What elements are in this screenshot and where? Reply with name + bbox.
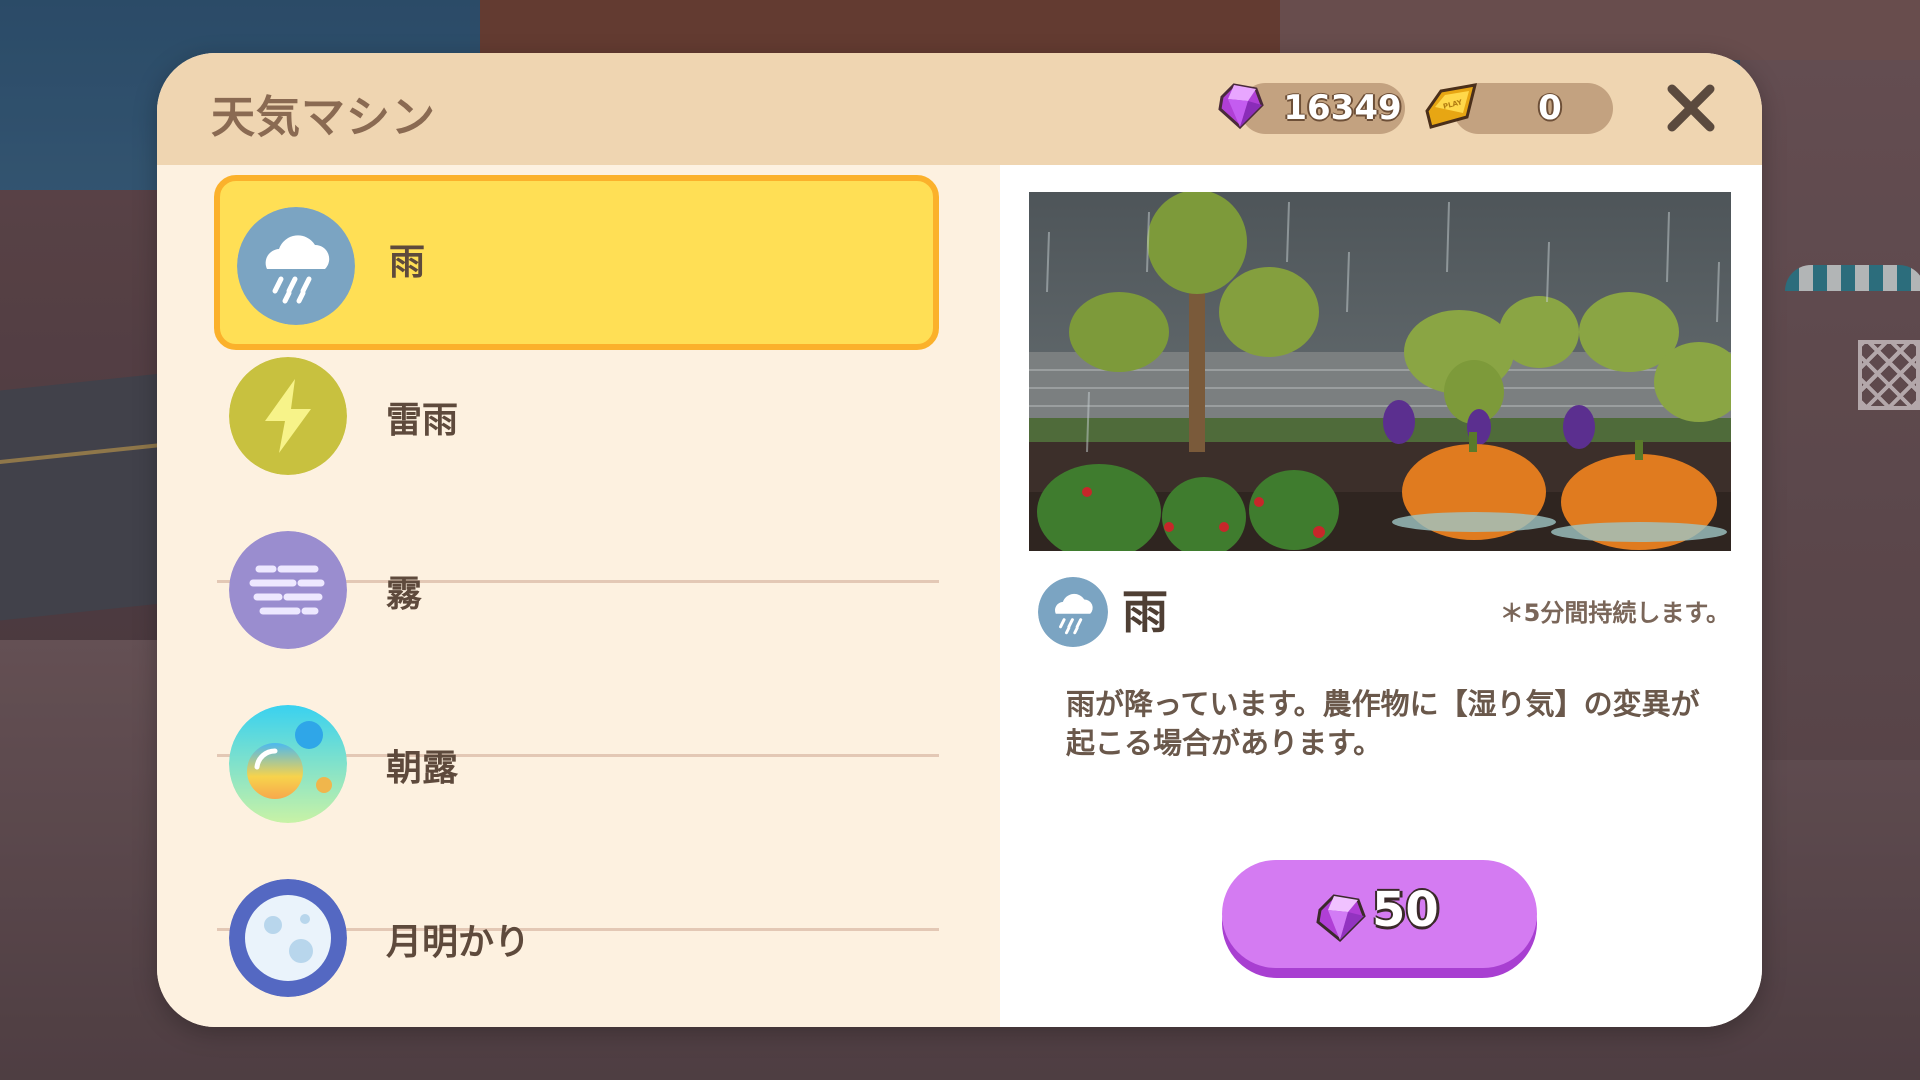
weather-item-morning-dew[interactable]: 朝露 [214,681,939,856]
weather-item-label: 月明かり [386,922,531,963]
moon-icon [229,879,347,997]
weather-item-thunderstorm[interactable]: 雷雨 [214,333,939,508]
rainy-garden-preview [1029,192,1731,551]
dialog-title: 天気マシン [211,92,436,143]
lightning-icon [229,357,347,475]
gem-count: 16349 [1283,88,1402,128]
weather-list: 雨 雷雨 霧 朝露 月明かり [157,165,1000,1027]
gold-counter: PLAY 0 [1425,83,1613,134]
detail-weather-name: 雨 [1122,585,1168,639]
weather-detail-panel: 雨 ＊5分間持続します。 雨が降っています。農作物に【湿り気】の変異が起こる場合… [1000,165,1762,1027]
rain-cloud-icon [237,207,355,325]
weather-item-rain[interactable]: 雨 [214,175,939,350]
detail-duration: ＊5分間持続します。 [1499,599,1730,627]
weather-item-label: 雷雨 [386,400,459,441]
weather-item-moonlight[interactable]: 月明かり [214,855,939,1027]
fog-icon [229,531,347,649]
dialog-header: 天気マシン 16349 PLAY 0 [157,53,1762,165]
close-icon[interactable] [1662,79,1720,137]
weather-item-label: 雨 [389,242,426,283]
gem-counter: 16349 [1218,83,1405,134]
gem-icon [1316,894,1366,943]
buy-price: 50 [1372,882,1439,938]
gold-count: 0 [1538,88,1562,128]
rain-cloud-icon [1038,577,1108,647]
weather-machine-dialog: 天気マシン 16349 PLAY 0 雨 雷雨 霧 朝露 月明かり 雨 ＊5分間… [157,53,1762,1027]
weather-item-label: 朝露 [386,748,459,789]
buy-button[interactable]: 50 [1222,860,1537,978]
weather-item-label: 霧 [386,574,423,615]
weather-item-fog[interactable]: 霧 [214,507,939,682]
detail-description: 雨が降っています。農作物に【湿り気】の変異が起こる場合があります。 [1066,687,1700,760]
dewdrop-icon [229,705,347,823]
